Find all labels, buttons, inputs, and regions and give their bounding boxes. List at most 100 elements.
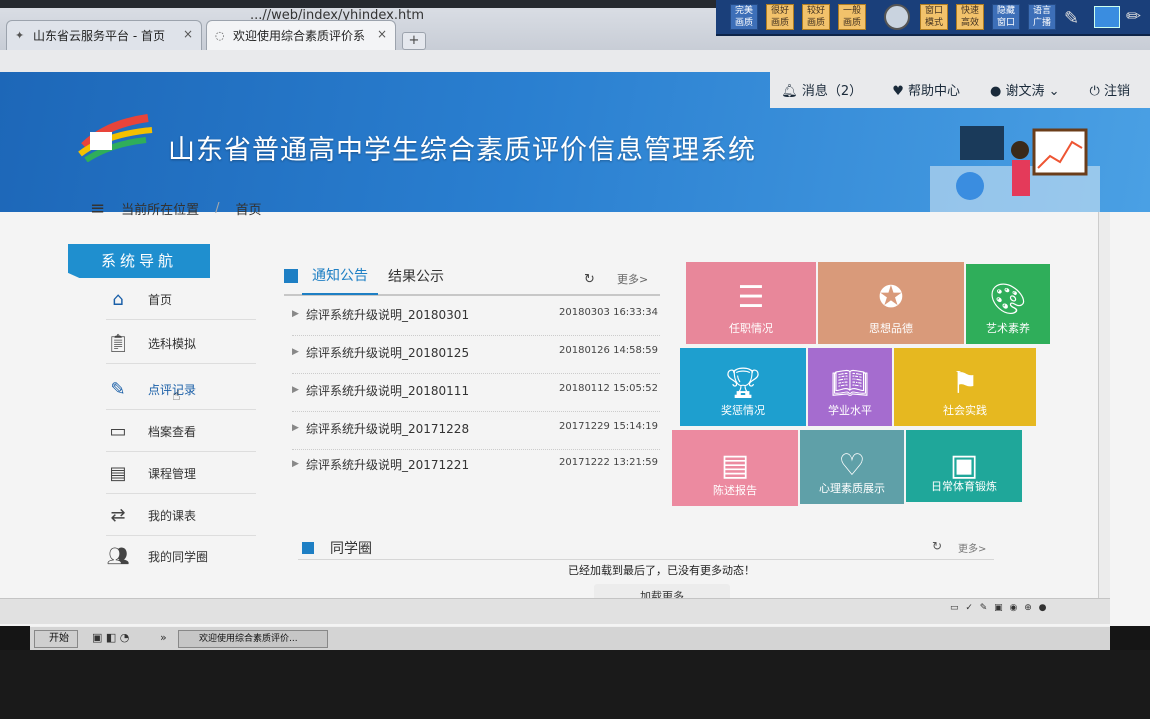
triangle-icon: ▶ [292,459,299,469]
triangle-icon: ▶ [292,309,299,319]
browser-tab-evaluation[interactable]: ◌ 欢迎使用综合素质评价系 × [206,20,396,50]
classmates-section: 同学圈 ↻ 更多> [298,536,994,560]
tile-label: 学业水平 [828,404,872,417]
system-title: 山东省普通高中学生综合素质评价信息管理系统 [168,135,756,166]
close-icon[interactable]: × [183,27,193,41]
notice-row[interactable]: ▶ 综评系统升级说明_20180125 20180126 14:58:59 [292,338,660,374]
tile-academics[interactable]: 📖︎ 学业水平 [808,348,892,426]
tile-label: 奖惩情况 [721,404,765,417]
sidebar-item-archive[interactable]: ▭ 档案查看 [106,412,256,452]
toolbar-btn-broadcast[interactable]: 语言广播 [1028,4,1056,30]
sidebar-item-comments[interactable]: ✎ 点评记录 ☝ [106,370,256,410]
tile-report[interactable]: ▤ 陈述报告 [672,430,798,506]
breadcrumb-label: 当前所在位置 [121,202,200,218]
browser-tab-cloud-platform[interactable]: ✦ 山东省云服务平台 - 首页 × [6,20,202,50]
more-link[interactable]: 更多> [617,271,648,287]
notice-row[interactable]: ▶ 综评系统升级说明_20180111 20180112 15:05:52 [292,376,660,412]
sidebar-item-home[interactable]: ⌂ 首页 [106,280,256,320]
section-title: 同学圈 [330,541,372,557]
breadcrumb-current[interactable]: 首页 [236,199,262,218]
course-icon: ▤ [109,463,127,484]
tile-sports[interactable]: ▣ 日常体育锻炼 [906,430,1022,502]
notice-title[interactable]: 综评系统升级说明_20171221 [306,456,469,473]
chevron-down-icon: ⌄ [1048,84,1060,99]
notice-title[interactable]: 综评系统升级说明_20171228 [306,420,469,437]
tile-label: 社会实践 [943,404,987,417]
monitor-icon[interactable] [1094,6,1120,28]
help-link[interactable]: ♥ 帮助中心 [892,80,960,99]
user-name: 谢文涛 [1005,84,1045,99]
notice-row[interactable]: ▶ 综评系统升级说明_20171228 20171229 15:14:19 [292,414,660,450]
tab-notices[interactable]: 通知公告 [302,257,378,295]
loading-icon: ◌ [215,29,225,42]
heart-icon: ♡ [838,448,866,483]
toolbar-btn-fair[interactable]: 较好画质 [802,4,830,30]
pen-icon[interactable]: ✎ [1064,8,1079,29]
breadcrumb: ≡ 当前所在位置 / 首页 [90,196,262,220]
browser-status-bar: ▭ ✓ ✎ ▣ ◉ ⊕ ● [0,598,1110,624]
notice-row[interactable]: ▶ 综评系统升级说明_20171221 20171222 13:21:59 [292,450,660,486]
edit-icon: ✎ [110,379,126,400]
logout-link[interactable]: ⏻ 注销 [1090,80,1130,99]
page-icon: ✦ [15,29,25,42]
toolbar-btn-normal[interactable]: 一般画质 [838,4,866,30]
new-tab-button[interactable]: + [402,32,426,50]
screen: ...//web/index/yhindex.htm ✦ 山东省云服务平台 - … [0,0,1150,719]
monitor-bezel-bottom [0,650,1150,719]
tile-social-practice[interactable]: ⚑ 社会实践 [894,348,1036,426]
messages-label: 消息（2） [801,84,863,99]
taskbar-item-browser[interactable]: 欢迎使用综合素质评价... [178,630,328,648]
notice-title[interactable]: 综评系统升级说明_20180301 [306,306,469,323]
notice-title[interactable]: 综评系统升级说明_20180125 [306,344,469,361]
sidebar-item-schedule[interactable]: ⇄ 我的课表 [106,496,256,536]
sidebar-item-label: 首页 [148,293,173,307]
menu-icon[interactable]: ≡ [90,198,105,219]
toolbar-btn-hide[interactable]: 隐藏窗口 [992,4,1020,30]
scrollbar[interactable] [1098,212,1110,598]
quick-launch-icons[interactable]: ▣ ◧ ◔ [92,631,129,644]
tile-label: 心理素质展示 [819,482,885,495]
user-menu[interactable]: ● 谢文涛 ⌄ [990,80,1060,99]
refresh-icon[interactable]: ↻ [932,539,942,553]
disc-icon[interactable] [884,4,910,30]
sidebar-item-subject-selection[interactable]: 📋︎ 选科模拟 [106,324,256,364]
tile-rewards[interactable]: 🏆︎ 奖惩情况 [680,348,806,426]
close-icon[interactable]: × [377,27,387,41]
refresh-icon[interactable]: ↻ [584,272,595,287]
tile-position[interactable]: ☰ 任职情况 [686,262,816,344]
notice-tabs: 通知公告 结果公示 [284,258,660,296]
tile-arts[interactable]: 🎨︎ 艺术素养 [966,264,1050,344]
quick-launch-more[interactable]: » [160,631,167,644]
user-icon: ● [990,84,1002,99]
notice-title[interactable]: 综评系统升级说明_20180111 [306,382,469,399]
more-link[interactable]: 更多> [958,540,986,555]
tile-psychology[interactable]: ♡ 心理素质展示 [800,430,904,504]
triangle-icon: ▶ [292,423,299,433]
edit-icon[interactable]: ✏ [1126,6,1141,27]
tile-label: 思想品德 [869,322,913,335]
sidebar-item-label: 档案查看 [148,425,197,439]
schedule-icon: ⇄ [110,505,126,526]
toolbar-btn-perfect[interactable]: 完美画质 [730,4,758,30]
tab-label: 欢迎使用综合素质评价系 [233,29,366,43]
tile-morality[interactable]: ✪ 思想品德 [818,262,964,344]
toolbar-btn-good[interactable]: 很好画质 [766,4,794,30]
tab-results[interactable]: 结果公示 [378,266,454,286]
site-header: 🔔︎ 消息（2） ♥ 帮助中心 ● 谢文涛 ⌄ ⏻ 注销 山东省普通高中学生综合… [0,72,1150,212]
notice-row[interactable]: ▶ 综评系统升级说明_20180301 20180303 16:33:34 [292,300,660,336]
browser-toolbar-strip [0,50,1150,72]
toolbar-btn-fast[interactable]: 快速高效 [956,4,984,30]
taskbar: 开始 ▣ ◧ ◔ » 欢迎使用综合素质评价... [30,626,1110,650]
sidebar-item-label: 选科模拟 [148,337,197,351]
start-button[interactable]: 开始 [34,630,78,648]
sidebar-item-classmates[interactable]: 👥︎ 我的同学圈 [106,536,256,576]
logo-icon [78,114,153,162]
sidebar-item-courses[interactable]: ▤ 课程管理 [106,454,256,494]
messages-link[interactable]: 🔔︎ 消息（2） [781,80,862,99]
notice-date: 20171229 15:14:19 [559,421,658,432]
notice-icon [284,269,298,283]
tile-label: 艺术素养 [986,322,1030,335]
trophy-icon: 🏆︎ [723,366,763,401]
toolbar-btn-window[interactable]: 窗口模式 [920,4,948,30]
logout-label: 注销 [1103,84,1130,99]
